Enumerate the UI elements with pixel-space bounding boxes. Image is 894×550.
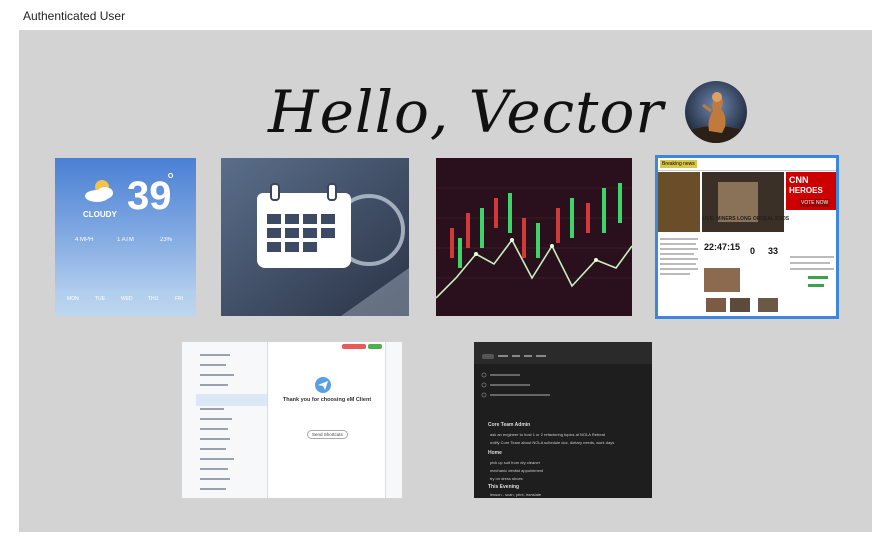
cnn-heroes-banner[interactable]: CNN HEROES VOTE NOW	[786, 172, 836, 210]
tasks-section: Home	[488, 450, 502, 456]
tasks-app-thumbnail[interactable]: Core Team Admin ask an engineer to host …	[474, 342, 652, 498]
mail-thank-you: Thank you for choosing eM Client	[282, 397, 372, 403]
weather-condition: CLOUDY	[83, 210, 117, 219]
task-item[interactable]: lesson - scan, print, translate	[490, 492, 541, 497]
weather-temperature: 39	[127, 176, 172, 216]
task-item[interactable]: mechanic dentist appointment	[490, 468, 543, 473]
news-ticker-label: Breaking news	[660, 160, 697, 168]
tasks-section: This Evening	[488, 484, 520, 490]
weather-day: TUE	[95, 296, 105, 302]
page-title: Authenticated User	[23, 9, 126, 23]
stock-chart-image	[436, 158, 632, 316]
weather-app-thumbnail[interactable]: CLOUDY 39 ° 4 MPH 1 ATM 23% MON TUE WED …	[55, 158, 196, 316]
weather-day: FRI	[175, 296, 184, 302]
calendar-thumbnail[interactable]	[221, 158, 409, 316]
task-item[interactable]: pick up suit from dry cleaner	[490, 460, 540, 465]
mail-sidebar	[182, 342, 268, 498]
news-site-thumbnail[interactable]: Breaking news CNN HEROES VOTE NOW LIVE: …	[655, 155, 839, 319]
task-item[interactable]: notify Core Team about NOLA schedule doc…	[490, 440, 620, 445]
task-item[interactable]: ask an engineer to host 1 or 2 refactori…	[490, 432, 620, 437]
task-item[interactable]: try on dress shoes	[490, 476, 523, 481]
mail-client-thumbnail[interactable]: Thank you for choosing eM Client Send Sh…	[182, 342, 402, 498]
send-icon	[315, 377, 331, 393]
calendar-icon	[221, 158, 409, 316]
tasks-list-lines	[481, 372, 550, 398]
weather-day: MON	[67, 296, 79, 302]
weather-day: WED	[121, 296, 133, 302]
avatar-image	[685, 81, 747, 143]
mail-list-lines	[196, 354, 267, 490]
vote-now-button[interactable]: VOTE NOW	[800, 199, 830, 207]
news-ticker-bar: Breaking news	[658, 158, 836, 171]
stock-chart-thumbnail[interactable]	[436, 158, 632, 316]
top-bar: Authenticated User	[0, 0, 894, 30]
news-body-lines	[660, 238, 834, 312]
mail-red-button[interactable]	[342, 344, 366, 349]
weather-day: THU	[148, 296, 159, 302]
news-brand: CNN	[789, 175, 809, 185]
mail-right-pane	[385, 342, 402, 498]
news-heroes: HEROES	[789, 186, 823, 195]
send-shortcuts-button[interactable]: Send Shortcuts	[307, 430, 348, 439]
tasks-section: Core Team Admin	[488, 422, 531, 428]
avatar[interactable]	[685, 81, 747, 143]
tasks-toolbar	[474, 342, 652, 364]
weather-humidity: 23%	[160, 237, 173, 243]
mail-green-button[interactable]	[368, 344, 382, 349]
weather-wind: 4 MPH	[75, 237, 94, 243]
news-headline[interactable]: LIVE: MINERS LONG ORDEAL ENDS	[702, 216, 789, 222]
weather-pressure: 1 ATM	[117, 237, 134, 243]
weather-degree: °	[167, 170, 175, 190]
greeting-heading: Hello, Vector	[268, 78, 665, 146]
